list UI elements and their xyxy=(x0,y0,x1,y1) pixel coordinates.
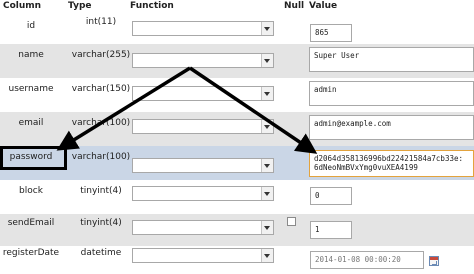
row-name: name varchar(255) Super User xyxy=(0,44,474,78)
function-select[interactable] xyxy=(132,53,274,68)
function-select[interactable] xyxy=(132,86,274,101)
chevron-down-icon xyxy=(261,22,273,35)
column-type: varchar(100) xyxy=(71,152,131,162)
header-type: Type xyxy=(68,1,92,11)
chevron-down-icon xyxy=(261,54,273,67)
row-id: id int(11) 865 xyxy=(0,14,474,44)
chevron-down-icon xyxy=(261,120,273,133)
chevron-down-icon xyxy=(261,187,273,200)
column-header-row: Column Type Function Null Value xyxy=(0,0,474,15)
row-email: email varchar(100) admin@example.com xyxy=(0,112,474,146)
column-type: varchar(255) xyxy=(71,50,131,60)
column-type: varchar(150) xyxy=(71,84,131,94)
column-name: username xyxy=(8,84,54,94)
column-type: tinyint(4) xyxy=(80,186,122,196)
value-input[interactable]: Super User xyxy=(309,47,474,72)
column-name: block xyxy=(19,186,43,196)
function-select[interactable] xyxy=(132,158,274,173)
chevron-down-icon xyxy=(261,221,273,234)
header-value: Value xyxy=(309,1,338,11)
row-username: username varchar(150) admin xyxy=(0,78,474,112)
value-input[interactable]: d2064d358136996bd22421584a7cb33e: 6dNeoN… xyxy=(309,150,474,177)
row-registerdate: registerDate datetime 2014-01-08 00:00:2… xyxy=(0,246,474,274)
value-input[interactable]: 2014-01-08 00:00:20 xyxy=(310,251,424,269)
function-select[interactable] xyxy=(132,186,274,201)
chevron-down-icon xyxy=(261,159,273,172)
value-input[interactable]: admin@example.com xyxy=(309,115,474,140)
header-column: Column xyxy=(3,1,42,11)
column-name: email xyxy=(18,118,44,128)
column-type: datetime xyxy=(80,248,122,258)
null-checkbox[interactable] xyxy=(287,217,296,226)
value-input[interactable]: 1 xyxy=(310,221,352,239)
column-name: name xyxy=(18,50,44,60)
function-select[interactable] xyxy=(132,220,274,235)
value-input[interactable]: 0 xyxy=(310,187,352,205)
header-function: Function xyxy=(130,1,174,11)
column-type: tinyint(4) xyxy=(80,218,122,228)
header-null: Null xyxy=(284,1,305,11)
value-input[interactable]: admin xyxy=(309,81,474,106)
value-input[interactable]: 865 xyxy=(310,24,352,42)
column-name: sendEmail xyxy=(7,218,55,228)
column-type: varchar(100) xyxy=(71,118,131,128)
chevron-down-icon xyxy=(261,249,273,262)
row-password: password varchar(100) d2064d358136996bd2… xyxy=(0,146,474,180)
function-select[interactable] xyxy=(132,21,274,36)
row-sendemail: sendEmail tinyint(4) 1 xyxy=(0,214,474,246)
function-select[interactable] xyxy=(132,119,274,134)
column-name: id xyxy=(26,21,36,31)
column-type: int(11) xyxy=(85,17,117,27)
chevron-down-icon xyxy=(261,87,273,100)
column-name: registerDate xyxy=(2,248,60,258)
calendar-icon[interactable] xyxy=(429,256,439,266)
password-highlight-box xyxy=(0,146,67,170)
function-select[interactable] xyxy=(132,248,274,263)
row-block: block tinyint(4) 0 xyxy=(0,180,474,214)
